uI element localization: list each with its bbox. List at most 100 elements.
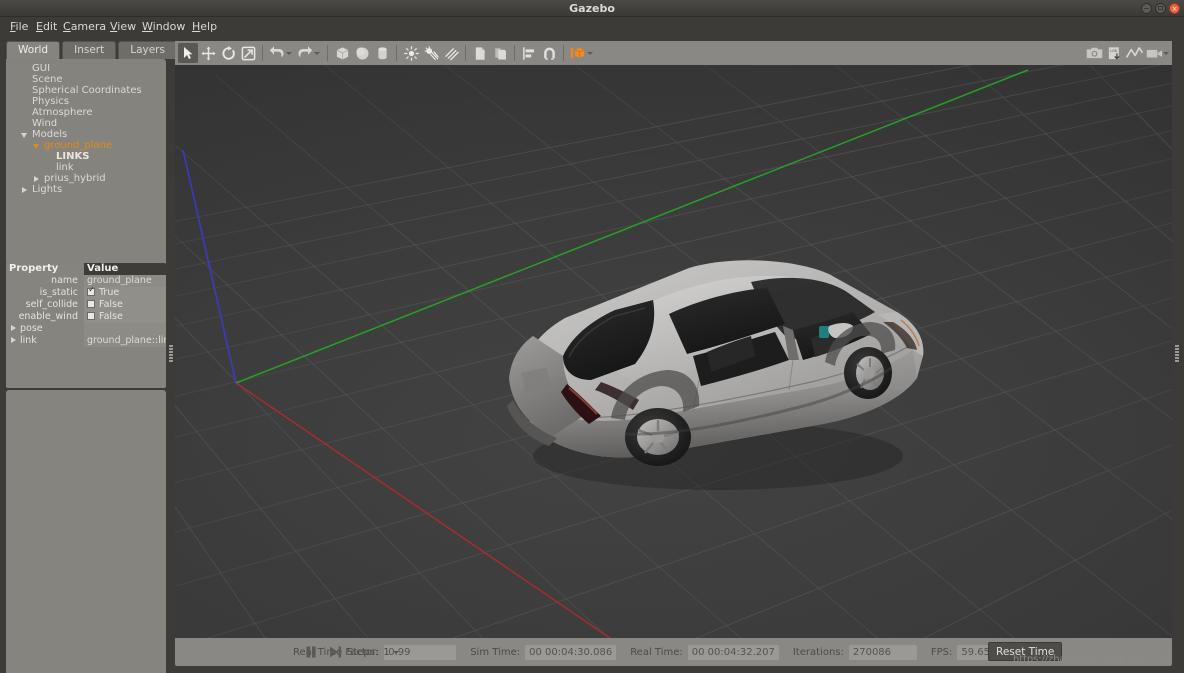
toolbar-separator [465, 45, 466, 61]
property-value-label: False [99, 298, 123, 310]
screenshot-button[interactable] [1084, 43, 1104, 63]
render-area: LOG [175, 41, 1172, 666]
rotate-mode-button[interactable] [218, 43, 238, 63]
window-title: Gazebo [569, 2, 615, 15]
table-row[interactable]: self_collide False [6, 298, 166, 311]
render-toolbar: LOG [175, 41, 1172, 65]
insert-cylinder-button[interactable] [372, 43, 392, 63]
tree-item-links[interactable]: LINKS [6, 151, 166, 162]
header-property: Property [6, 263, 84, 275]
property-value[interactable]: False [84, 310, 166, 323]
snap-button[interactable] [539, 43, 559, 63]
plot-button[interactable] [1124, 43, 1144, 63]
chevron-right-icon[interactable] [11, 337, 16, 344]
real-time-label: Real Time: [630, 646, 683, 658]
log-record-button[interactable]: LOG [1104, 43, 1124, 63]
property-key: pose [6, 322, 84, 335]
tree-item-lights[interactable]: Lights [6, 184, 166, 195]
splitter-grip [168, 345, 173, 362]
tree-label: Lights [32, 184, 63, 195]
maximize-button[interactable] [1155, 3, 1166, 14]
tree-item-models[interactable]: Models [6, 129, 166, 140]
chevron-down-icon[interactable] [21, 132, 27, 138]
checkbox-checked-icon[interactable] [87, 287, 96, 296]
world-tree[interactable]: GUI Scene Spherical Coordinates Physics … [6, 59, 166, 266]
menu-window[interactable]: Window [140, 17, 187, 37]
prius-hybrid-model[interactable] [493, 260, 943, 500]
redo-button[interactable] [295, 43, 315, 63]
menu-edit[interactable]: Edit [34, 17, 59, 37]
chevron-right-icon[interactable] [11, 325, 16, 332]
rear-wheel [625, 408, 691, 466]
property-value[interactable]: True [84, 286, 166, 299]
pause-button[interactable] [303, 644, 319, 660]
checkbox-unchecked-icon[interactable] [87, 311, 95, 320]
tree-item-wind[interactable]: Wind [6, 118, 166, 129]
window-controls: × [1141, 3, 1180, 14]
chevron-right-icon[interactable] [22, 186, 27, 193]
tree-item-atmosphere[interactable]: Atmosphere [6, 107, 166, 118]
gazebo-window: Gazebo × File Edit Camera View Window He… [0, 0, 1184, 673]
insert-directional-light-button[interactable] [441, 43, 461, 63]
insert-sphere-button[interactable] [352, 43, 372, 63]
minimize-button[interactable] [1141, 3, 1152, 14]
scale-mode-button[interactable] [238, 43, 258, 63]
property-key: self_collide [6, 298, 84, 311]
property-value[interactable]: ground_plane [84, 274, 166, 287]
chevron-down-icon[interactable] [392, 650, 399, 654]
table-row[interactable]: pose [6, 322, 166, 335]
chevron-down-icon[interactable] [33, 143, 39, 149]
tree-item-physics[interactable]: Physics [6, 96, 166, 107]
steps-control[interactable]: Steps: 1 [347, 638, 399, 666]
menu-file[interactable]: File [8, 17, 30, 37]
tree-item-ground-plane[interactable]: ground_plane [6, 140, 166, 151]
menu-view[interactable]: View [108, 17, 138, 37]
tree-item-link[interactable]: link [6, 162, 166, 173]
tree-label: Atmosphere [32, 107, 93, 118]
menu-help[interactable]: Help [190, 17, 219, 37]
property-key: link [6, 334, 84, 347]
tree-item-prius-hybrid[interactable]: prius_hybrid [6, 173, 166, 184]
property-value[interactable]: False [84, 298, 166, 311]
3d-viewport[interactable] [175, 65, 1172, 666]
table-row[interactable]: enable_wind False [6, 310, 166, 323]
tree-item-scene[interactable]: Scene [6, 74, 166, 85]
step-forward-button[interactable] [327, 644, 343, 660]
property-key: name [6, 274, 84, 287]
panel-empty-area [6, 390, 166, 673]
close-button[interactable]: × [1169, 3, 1180, 14]
tab-insert[interactable]: Insert [62, 41, 117, 59]
property-value[interactable] [84, 322, 166, 335]
insert-spot-light-button[interactable] [421, 43, 441, 63]
table-row[interactable]: link ground_plane::link [6, 334, 166, 347]
table-row[interactable]: is_static True [6, 286, 166, 299]
property-key: is_static [6, 286, 84, 299]
right-vertical-splitter[interactable] [1172, 41, 1181, 666]
copy-button[interactable] [470, 43, 490, 63]
property-value[interactable]: ground_plane::link [84, 334, 166, 347]
align-button[interactable] [519, 43, 539, 63]
tree-item-spherical-coordinates[interactable]: Spherical Coordinates [6, 85, 166, 96]
toolbar-separator [514, 45, 515, 61]
paste-button[interactable] [490, 43, 510, 63]
checkbox-unchecked-icon[interactable] [87, 299, 95, 308]
property-key-label: link [20, 334, 37, 346]
tab-world[interactable]: World [6, 41, 61, 59]
steps-value[interactable]: 1 [383, 647, 389, 658]
insert-box-button[interactable] [332, 43, 352, 63]
undo-button[interactable] [267, 43, 287, 63]
header-value: Value [84, 263, 166, 275]
menu-camera[interactable]: Camera [61, 17, 108, 37]
tree-label: GUI [32, 63, 51, 74]
steps-label: Steps: [347, 646, 379, 658]
translate-mode-button[interactable] [198, 43, 218, 63]
insert-point-light-button[interactable] [401, 43, 421, 63]
left-vertical-splitter[interactable] [166, 41, 175, 666]
view-angle-button[interactable] [568, 43, 588, 63]
select-mode-button[interactable] [178, 43, 198, 63]
tree-item-gui[interactable]: GUI [6, 63, 166, 74]
chevron-right-icon[interactable] [34, 175, 39, 182]
table-row[interactable]: name ground_plane [6, 274, 166, 287]
video-record-button[interactable] [1144, 43, 1164, 63]
property-table-header: Property Value [6, 263, 166, 275]
